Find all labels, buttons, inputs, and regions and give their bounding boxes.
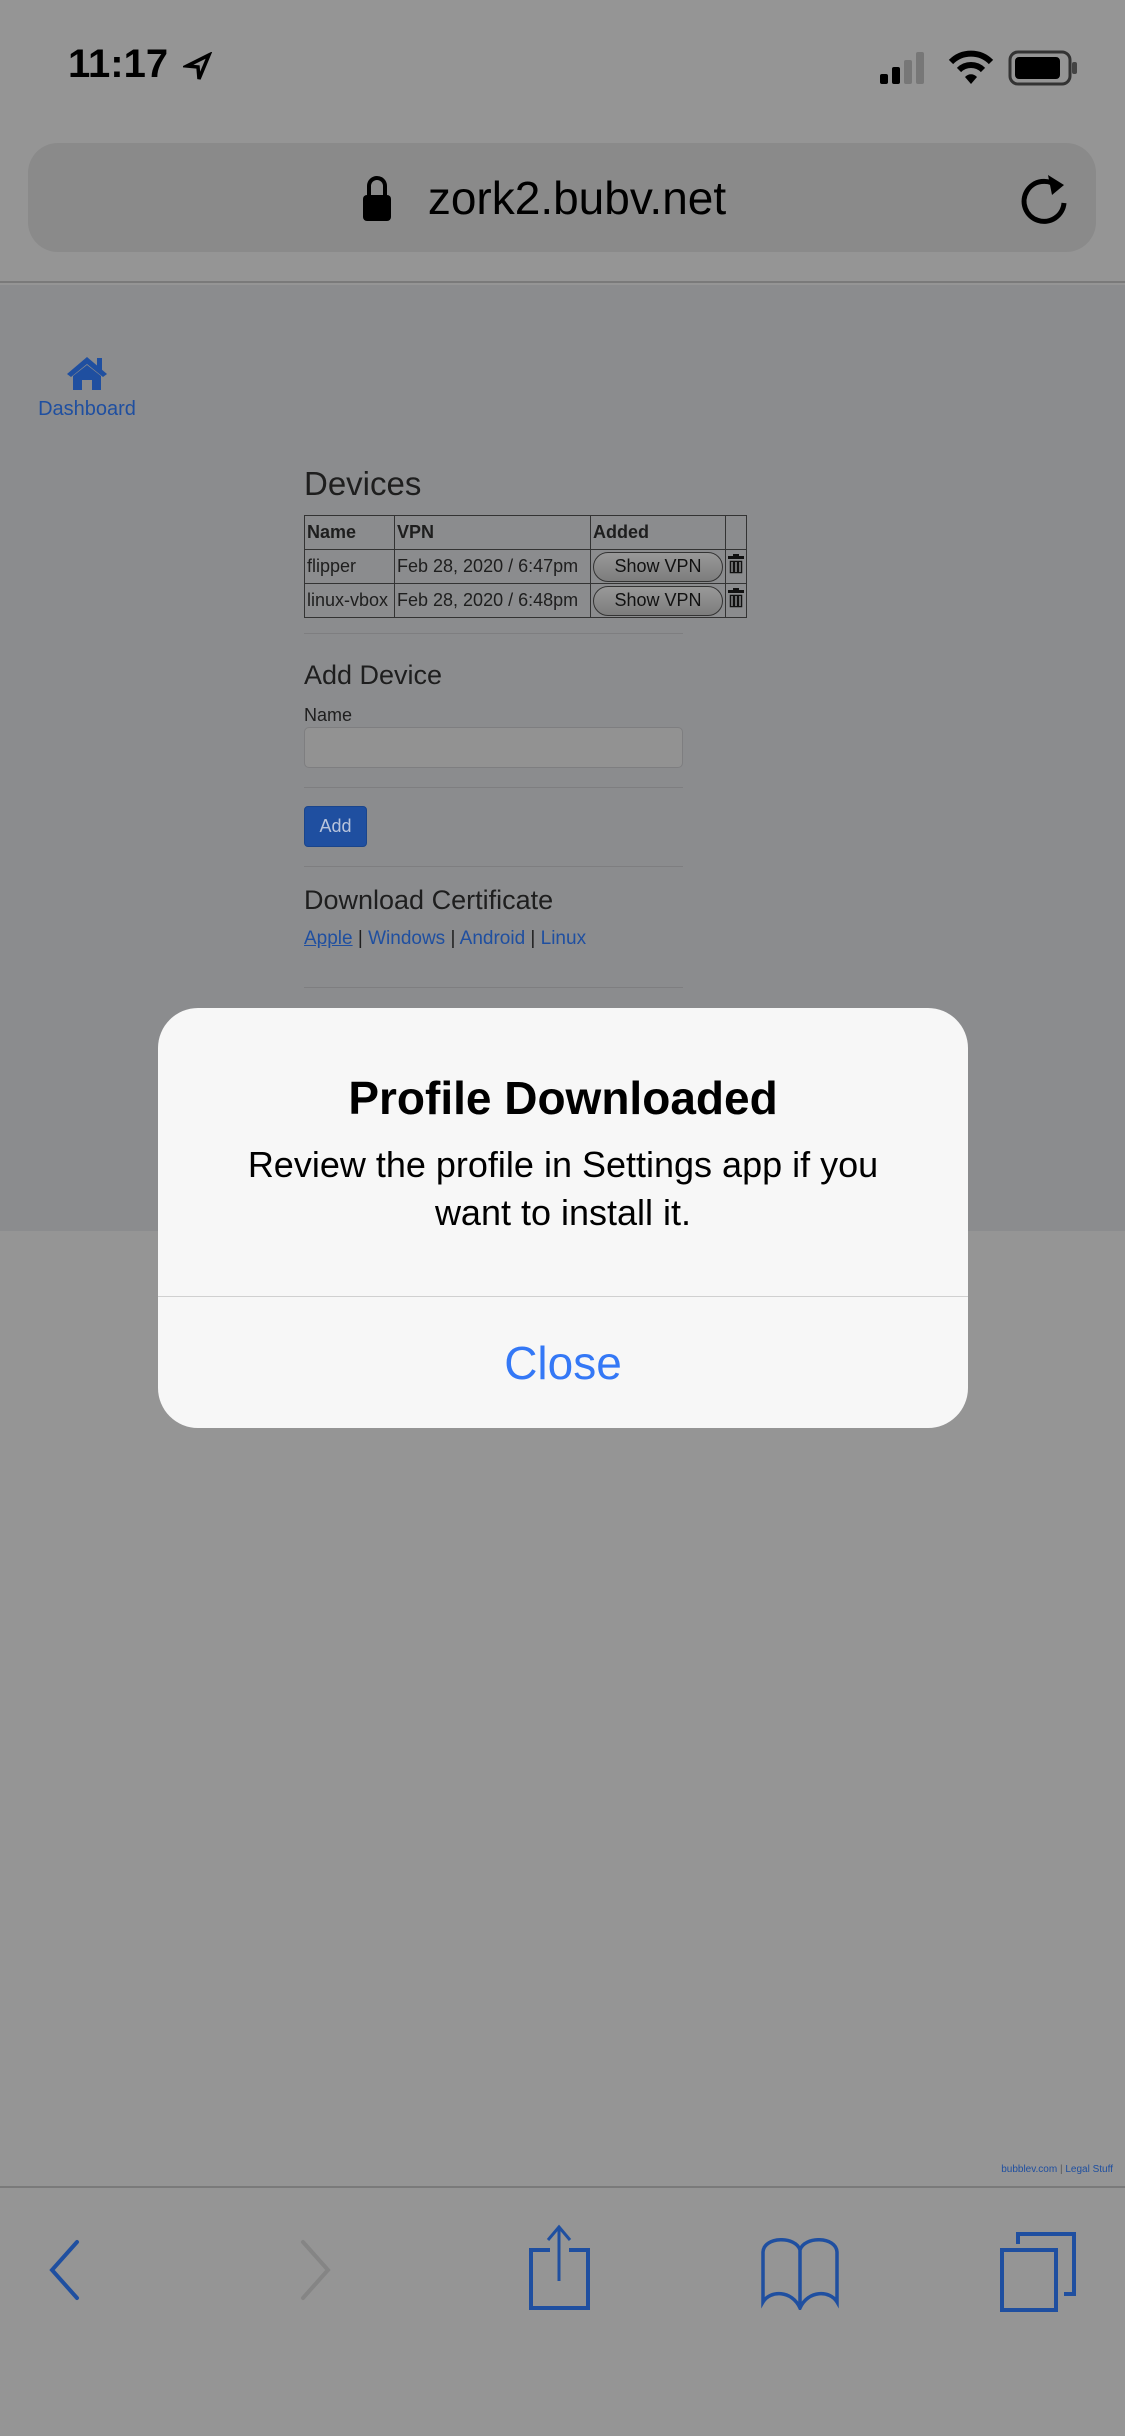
home-icon (67, 357, 107, 390)
download-certificate-heading: Download Certificate (304, 885, 554, 915)
column-header-added: Added (590, 515, 726, 550)
separator: | (530, 928, 536, 949)
show-vpn-button[interactable]: Show VPN (593, 585, 723, 616)
alert-title: Profile Downloaded (348, 1072, 778, 1124)
clock: 11:17 (68, 42, 169, 86)
android-link[interactable]: Android (460, 928, 526, 949)
address-bar[interactable]: zork2.bubv.net (28, 143, 1096, 252)
device-name: flipper (304, 549, 395, 584)
certificate-links: Apple | Windows | Android | Linux (304, 928, 586, 950)
footer: bubblev.com | Legal Stuff (1001, 2164, 1113, 2175)
dashboard-link[interactable]: Dashboard (37, 355, 137, 421)
legal-link[interactable]: Legal Stuff (1065, 2164, 1113, 2175)
profile-downloaded-alert: Profile Downloaded Review the profile in… (158, 1008, 968, 1428)
separator: | (357, 928, 363, 949)
url-text[interactable]: zork2.bubv.net (28, 171, 1096, 225)
linux-link[interactable]: Linux (541, 928, 586, 949)
browser-toolbar (0, 2186, 1125, 2436)
separator: | (1059, 2164, 1063, 2175)
apple-link[interactable]: Apple (304, 928, 353, 949)
status-bar: 11:17 zork2.bubv.net (0, 0, 1125, 283)
back-icon[interactable] (44, 2238, 84, 2302)
column-header-name: Name (304, 515, 395, 550)
share-icon[interactable] (528, 2224, 592, 2310)
windows-link[interactable]: Windows (368, 928, 445, 949)
table-row: linux-vbox Feb 28, 2020 / 6:48pm Show VP… (304, 583, 747, 618)
alert-message: Review the profile in Settings app if yo… (247, 1144, 879, 1233)
column-header-vpn: VPN (394, 515, 591, 550)
trash-icon[interactable] (728, 588, 744, 609)
divider (304, 866, 683, 867)
device-vpn-date: Feb 28, 2020 / 6:47pm (394, 549, 591, 584)
add-device-heading: Add Device (304, 660, 443, 690)
add-button[interactable]: Add (304, 806, 367, 847)
wifi-icon (948, 50, 994, 84)
devices-table: Name VPN Added flipper Feb 28, 2020 / 6:… (304, 515, 747, 618)
bookmarks-icon[interactable] (760, 2238, 840, 2310)
divider (304, 987, 683, 988)
divider (304, 787, 683, 788)
close-button[interactable]: Close (158, 1297, 968, 1428)
separator: | (450, 928, 456, 949)
location-arrow-icon (183, 52, 213, 80)
device-name: linux-vbox (304, 583, 395, 618)
battery-icon (1008, 50, 1077, 86)
device-vpn-date: Feb 28, 2020 / 6:48pm (394, 583, 591, 618)
forward-icon[interactable] (296, 2238, 336, 2302)
tabs-icon[interactable] (1000, 2232, 1080, 2312)
device-name-input[interactable] (304, 727, 683, 768)
devices-heading: Devices (304, 465, 422, 502)
table-row: flipper Feb 28, 2020 / 6:47pm Show VPN (304, 549, 747, 584)
trash-icon[interactable] (728, 554, 744, 575)
show-vpn-button[interactable]: Show VPN (593, 551, 723, 582)
divider (304, 633, 683, 634)
name-label: Name (304, 705, 353, 725)
dashboard-label: Dashboard (38, 398, 136, 420)
reload-icon[interactable] (1018, 167, 1074, 231)
signal-icon (880, 52, 924, 84)
column-header-actions (725, 515, 747, 550)
footer-site-link[interactable]: bubblev.com (1001, 2164, 1057, 2175)
table-header: Name VPN Added (304, 515, 747, 550)
